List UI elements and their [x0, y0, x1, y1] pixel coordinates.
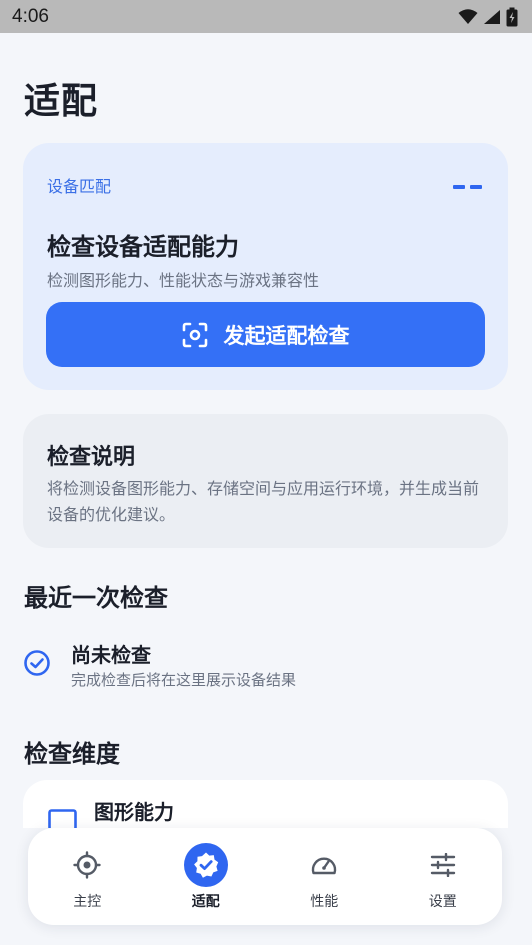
dimension-item-graphics[interactable]: 图形能力	[23, 780, 508, 828]
verified-badge-icon	[193, 852, 218, 878]
battery-icon	[506, 7, 518, 26]
recent-status-title: 尚未检查	[71, 643, 151, 667]
dimension-title: 图形能力	[94, 800, 174, 824]
start-check-label: 发起适配检查	[223, 323, 350, 348]
info-title: 检查说明	[47, 445, 136, 470]
dimensions-section-title: 检查维度	[24, 740, 120, 768]
info-body: 将检测设备图形能力、存储空间与应用运行环境，并生成当前设备的优化建议。	[47, 479, 480, 524]
card-title: 检查设备适配能力	[47, 233, 239, 261]
nav-active-indicator	[183, 842, 228, 887]
speedometer-icon	[312, 857, 337, 874]
nav-item-main-control[interactable]: 主控	[37, 837, 137, 917]
recent-section-title: 最近一次检查	[24, 584, 168, 612]
status-icons	[458, 7, 518, 27]
nav-label-settings: 设置	[428, 893, 457, 910]
recent-check-row: 尚未检查 完成检查后将在这里展示设备结果	[23, 636, 508, 696]
nav-item-settings[interactable]: 设置	[393, 837, 493, 917]
crosshair-icon	[73, 850, 101, 879]
wifi-icon	[458, 8, 478, 24]
check-circle-icon	[24, 650, 50, 676]
nav-label-main-control: 主控	[73, 893, 102, 910]
dash-indicator-icon	[453, 185, 482, 189]
monitor-icon	[48, 809, 77, 828]
nav-item-adapt[interactable]: 适配	[156, 837, 256, 917]
status-time: 4:06	[12, 5, 49, 27]
sliders-icon	[430, 852, 455, 877]
status-bar: 4:06	[0, 0, 532, 33]
nav-item-performance[interactable]: 性能	[274, 837, 374, 917]
bottom-nav: 主控 适配 性能 设置	[28, 828, 502, 925]
device-match-card: 设备匹配 检查设备适配能力 检测图形能力、性能状态与游戏兼容性 发起适配检查	[23, 143, 508, 390]
card-description: 检测图形能力、性能状态与游戏兼容性	[47, 271, 320, 290]
page-title: 适配	[24, 81, 99, 122]
scan-icon	[182, 322, 207, 347]
cellular-signal-icon	[484, 9, 500, 24]
card-eyebrow: 设备匹配	[47, 177, 112, 196]
nav-label-adapt: 适配	[191, 893, 220, 910]
start-check-button[interactable]: 发起适配检查	[46, 302, 485, 367]
check-info-card: 检查说明 将检测设备图形能力、存储空间与应用运行环境，并生成当前设备的优化建议。	[23, 414, 508, 548]
recent-status-subtitle: 完成检查后将在这里展示设备结果	[71, 671, 297, 689]
nav-label-performance: 性能	[310, 893, 339, 910]
